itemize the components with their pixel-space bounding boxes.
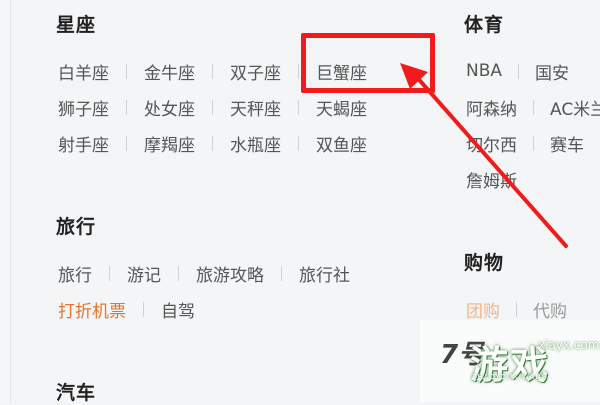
watermark-subtext: 7HAOYOUXIWANG — [472, 373, 548, 381]
watermark-domain: xiayx.com — [538, 338, 600, 352]
